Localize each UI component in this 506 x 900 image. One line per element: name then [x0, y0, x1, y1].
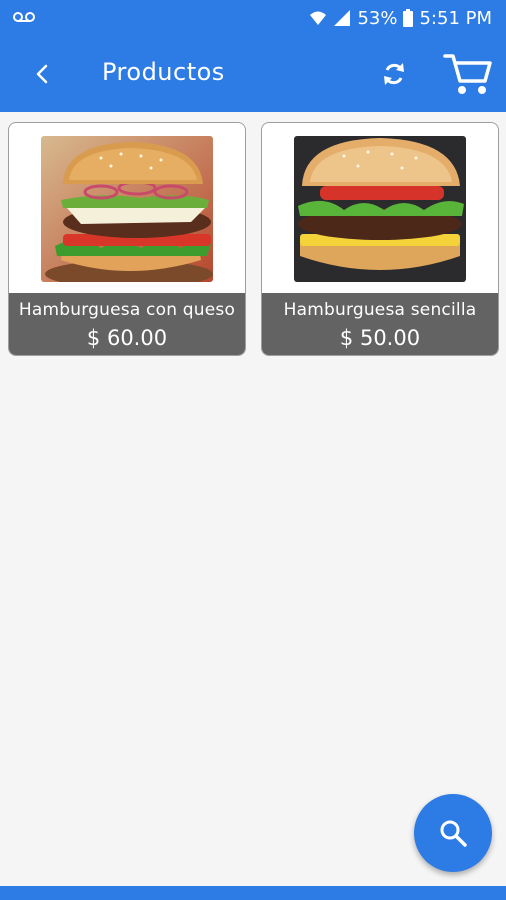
- search-icon: [440, 820, 467, 847]
- bottom-bar: [0, 886, 506, 900]
- product-name: Hamburguesa sencilla: [283, 300, 477, 320]
- back-icon: [36, 64, 48, 84]
- product-name: Hamburguesa con queso: [18, 300, 236, 320]
- refresh-button[interactable]: [372, 54, 416, 94]
- product-price: $ 50.00: [339, 326, 421, 350]
- clock: 5:51 PM: [419, 7, 492, 29]
- battery-icon: [403, 9, 414, 27]
- page-title: Productos: [102, 58, 225, 86]
- product-card-footer: Hamburguesa sencilla $ 50.00: [262, 293, 498, 355]
- search-button[interactable]: [414, 794, 492, 872]
- status-bar: 53% 5:51 PM: [0, 0, 506, 36]
- battery-percent: 53%: [357, 7, 398, 29]
- hamburger-image: [294, 136, 466, 282]
- cart-button[interactable]: [438, 48, 498, 100]
- product-card[interactable]: Hamburguesa con queso $ 60.00: [8, 122, 246, 356]
- refresh-icon: [384, 63, 404, 85]
- product-card-footer: Hamburguesa con queso $ 60.00: [9, 293, 245, 355]
- cart-icon: [443, 54, 492, 94]
- product-price: $ 60.00: [86, 326, 168, 350]
- voicemail-icon: [13, 12, 35, 22]
- app-bar: Productos: [0, 36, 506, 112]
- cheeseburger-image: [41, 136, 213, 282]
- product-card[interactable]: Hamburguesa sencilla $ 50.00: [261, 122, 499, 356]
- back-button[interactable]: [22, 54, 62, 94]
- status-icons: 53% 5:51 PM: [309, 6, 492, 30]
- signal-icon: [334, 10, 351, 26]
- wifi-icon: [310, 11, 327, 25]
